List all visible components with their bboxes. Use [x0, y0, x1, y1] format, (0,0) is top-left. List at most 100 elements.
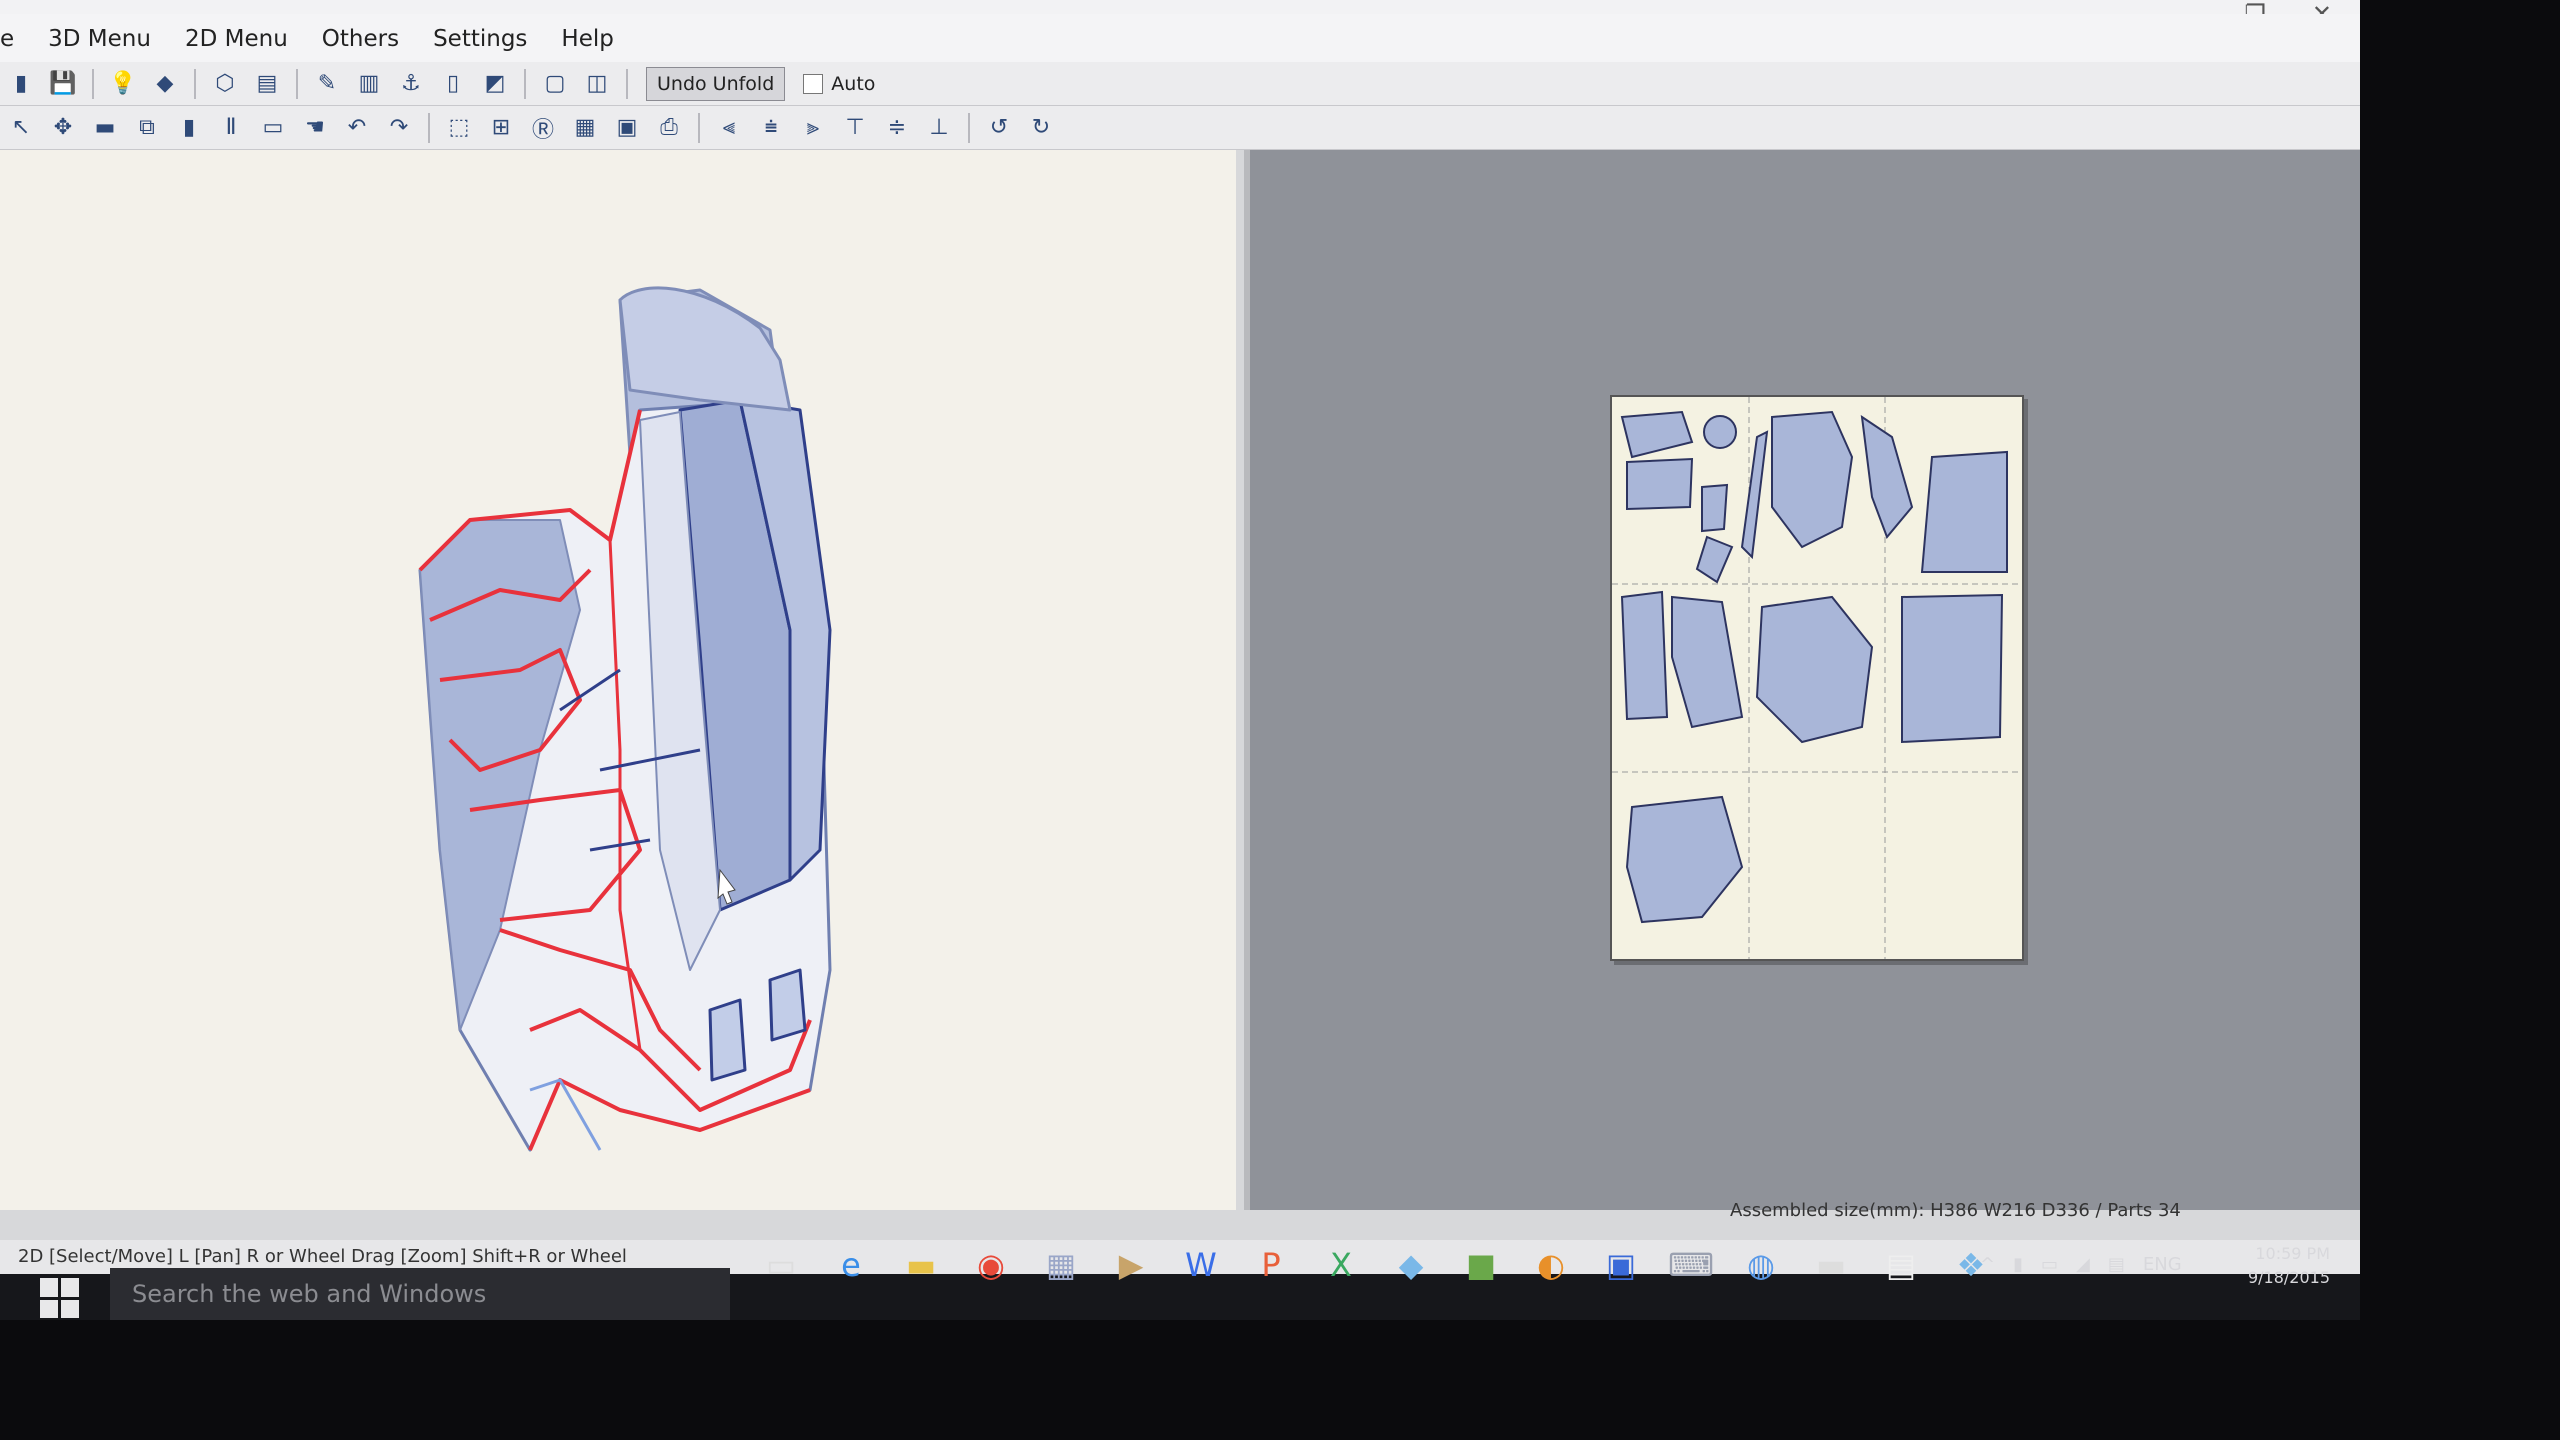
undo-unfold-button[interactable]: Undo Unfold: [646, 66, 786, 101]
globe-icon[interactable]: ◍: [1740, 1244, 1782, 1286]
title-bar: – ❐ ✕: [0, 0, 2360, 14]
close-button[interactable]: ✕: [2312, 0, 2332, 14]
anchor-icon[interactable]: ⚓: [394, 67, 428, 101]
layers-icon[interactable]: ▤: [250, 67, 284, 101]
pepakura-window: – ❐ ✕ e 3D Menu 2D Menu Others Settings …: [0, 0, 2360, 1320]
app-window-icon[interactable]: ▣: [1600, 1244, 1642, 1286]
edge-browser-icon[interactable]: e: [830, 1244, 872, 1286]
rename-icon[interactable]: Ⓡ: [526, 111, 560, 145]
volume-icon[interactable]: ◢: [2076, 1254, 2090, 1275]
frame-select-icon[interactable]: ⬚: [442, 111, 476, 145]
language-indicator[interactable]: ENG: [2143, 1254, 2182, 1275]
toolbar-separator: [968, 112, 970, 143]
search-box[interactable]: Search the web and Windows: [110, 1268, 730, 1320]
align-bottom-icon[interactable]: ⊥: [922, 111, 956, 145]
toolbar-separator: [92, 68, 94, 99]
align-left-icon[interactable]: ⫷: [712, 111, 746, 145]
menu-bar: e 3D Menu 2D Menu Others Settings Help: [0, 14, 2360, 64]
move-icon[interactable]: ✥: [46, 111, 80, 145]
print-icon[interactable]: ⎙: [652, 111, 686, 145]
toolbar-separator: [698, 112, 700, 143]
clock[interactable]: 10:59 PM 9/18/2015: [2230, 1242, 2330, 1290]
align-middle-icon[interactable]: ≑: [880, 111, 914, 145]
toolbar-separator: [626, 68, 628, 99]
2d-unfold-view[interactable]: [1244, 150, 2360, 1210]
blender-icon[interactable]: ◐: [1530, 1244, 1572, 1286]
single-pane-icon[interactable]: ▢: [538, 67, 572, 101]
print-page: [1610, 395, 2024, 961]
3d-model-drawing: [418, 286, 832, 1152]
file-explorer-icon[interactable]: ▬: [900, 1244, 942, 1286]
chevron-up-icon[interactable]: ^: [1980, 1254, 1995, 1275]
pencil-icon[interactable]: ✎: [310, 67, 344, 101]
align-right-icon[interactable]: ⫸: [796, 111, 830, 145]
menu-help[interactable]: Help: [561, 26, 613, 52]
menu-3d[interactable]: 3D Menu: [48, 26, 151, 52]
unfolded-parts: [1620, 410, 2008, 924]
flap-icon[interactable]: ▭: [256, 111, 290, 145]
toolbar-separator: [524, 68, 526, 99]
keyboard-icon[interactable]: ⌨: [1668, 1244, 1714, 1286]
print-layout-icon[interactable]: ▦: [568, 111, 602, 145]
save-icon[interactable]: 💾: [46, 67, 80, 101]
join-icon[interactable]: ⧉: [130, 111, 164, 145]
3d-view[interactable]: [0, 150, 1236, 1210]
network-icon[interactable]: ▮: [2013, 1254, 2023, 1275]
powerpoint-icon[interactable]: P: [1250, 1244, 1292, 1286]
select-icon[interactable]: ↖: [4, 111, 38, 145]
rotate-right-icon[interactable]: ↻: [1024, 111, 1058, 145]
start-button[interactable]: [40, 1278, 80, 1318]
paint-icon[interactable]: ◩: [478, 67, 512, 101]
texture-icon[interactable]: ◆: [148, 67, 182, 101]
task-view-icon[interactable]: ▭: [760, 1244, 802, 1286]
armor-model: [418, 286, 832, 1152]
column-icon[interactable]: ▥: [352, 67, 386, 101]
word-icon[interactable]: W: [1180, 1244, 1222, 1286]
auto-checkbox-group[interactable]: Auto: [803, 73, 875, 95]
chrome-icon[interactable]: ◉: [970, 1244, 1012, 1286]
dual-pane-icon[interactable]: ◫: [580, 67, 614, 101]
undo-icon[interactable]: ↶: [340, 111, 374, 145]
media-icon[interactable]: ▶: [1110, 1244, 1152, 1286]
redo-icon[interactable]: ↷: [382, 111, 416, 145]
open-icon[interactable]: ▮: [4, 67, 38, 101]
clock-time: 10:59 PM: [2255, 1244, 2330, 1263]
unfolded-parts-drawing: [1612, 397, 2022, 959]
group-icon[interactable]: ⊞: [484, 111, 518, 145]
menu-2d[interactable]: 2D Menu: [185, 26, 288, 52]
auto-checkbox[interactable]: [803, 73, 824, 94]
system-tray: ^ ▮ ▭ ◢ ▤ ENG: [1980, 1254, 2182, 1275]
rotate-left-icon[interactable]: ↺: [982, 111, 1016, 145]
lightbulb-icon[interactable]: 💡: [106, 67, 140, 101]
edge-icon[interactable]: Ⅱ: [214, 111, 248, 145]
hand-icon[interactable]: ☚: [298, 111, 332, 145]
main-toolbar: ▮ 💾 💡 ◆ ⬡ ▤ ✎ ▥ ⚓ ▯ ◩ ▢ ◫ Undo Unfold Au…: [0, 62, 2360, 106]
paint-app-icon[interactable]: ◆: [1390, 1244, 1432, 1286]
excel-icon[interactable]: X: [1320, 1244, 1362, 1286]
windows-logo-icon: [40, 1278, 58, 1297]
cylinder-icon[interactable]: ▮: [172, 111, 206, 145]
minecraft-icon[interactable]: ■: [1460, 1244, 1502, 1286]
toolbar-separator: [296, 68, 298, 99]
minimize-button[interactable]: –: [2186, 0, 2198, 14]
taskbar-apps: ▭ e ▬ ◉ ▦ ▶ W P X ◆ ■ ◐ ▣ ⌨ ◍ ▬ ▤ ❖: [760, 1244, 1992, 1286]
window-controls: – ❐ ✕: [2186, 0, 2332, 14]
split-icon[interactable]: ▯: [436, 67, 470, 101]
cube-icon[interactable]: ⬡: [208, 67, 242, 101]
auto-label: Auto: [831, 72, 876, 95]
page-icon[interactable]: ▣: [610, 111, 644, 145]
restore-button[interactable]: ❐: [2244, 0, 2266, 14]
app-icon[interactable]: ▦: [1040, 1244, 1082, 1286]
menu-others[interactable]: Others: [322, 26, 399, 52]
menu-file[interactable]: e: [0, 26, 14, 52]
align-top-icon[interactable]: ⊤: [838, 111, 872, 145]
notepad-icon[interactable]: ▤: [1880, 1244, 1922, 1286]
battery-icon[interactable]: ▭: [2041, 1254, 2058, 1275]
gamepad-icon[interactable]: ▬: [1810, 1244, 1852, 1286]
status-size-text: Assembled size(mm): H386 W216 D336 / Par…: [1730, 1200, 2181, 1221]
status-mode-text: 2D [Select/Move] L [Pan] R or Wheel Drag…: [18, 1246, 627, 1267]
rotate-part-icon[interactable]: ▬: [88, 111, 122, 145]
notification-icon[interactable]: ▤: [2108, 1254, 2125, 1275]
align-center-icon[interactable]: ⩧: [754, 111, 788, 145]
menu-settings[interactable]: Settings: [433, 26, 527, 52]
